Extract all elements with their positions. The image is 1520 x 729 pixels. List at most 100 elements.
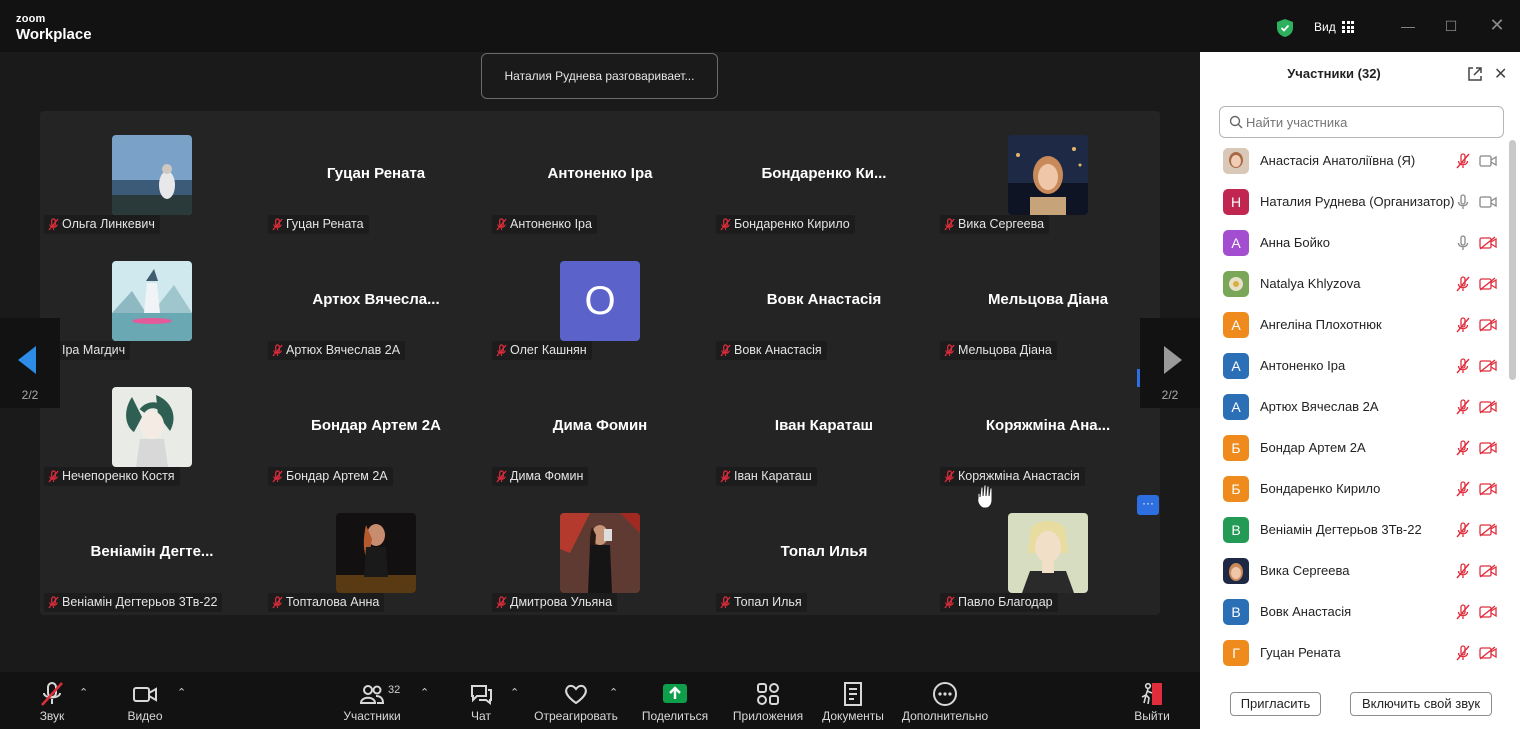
next-page-button[interactable]: 2/2 bbox=[1140, 318, 1200, 408]
participant-row[interactable]: Natalya Khlyzova bbox=[1200, 264, 1510, 305]
video-tile[interactable]: Бондар Артем 2А Бондар Артем 2А bbox=[264, 363, 488, 489]
muted-microphone-icon[interactable] bbox=[1456, 522, 1470, 538]
muted-microphone-icon[interactable] bbox=[1456, 399, 1470, 415]
participant-row[interactable]: Н Наталия Руднева (Организатор) bbox=[1200, 182, 1510, 223]
tile-more-options-button[interactable]: ··· bbox=[1137, 495, 1159, 515]
participant-row[interactable]: А Анна Бойко bbox=[1200, 223, 1510, 264]
chat-options-caret-icon[interactable]: ⌃ bbox=[510, 686, 519, 699]
muted-microphone-icon[interactable] bbox=[1456, 153, 1470, 169]
participant-row[interactable]: А Ангеліна Плохотнюк bbox=[1200, 305, 1510, 346]
tile-display-name: Вовк Анастасія bbox=[766, 291, 882, 308]
video-button[interactable]: Видео bbox=[115, 672, 175, 729]
muted-microphone-icon[interactable] bbox=[1456, 645, 1470, 661]
tile-name-label: Олег Кашнян bbox=[492, 341, 592, 360]
muted-microphone-icon[interactable] bbox=[1456, 563, 1470, 579]
react-button[interactable]: Отреагировать bbox=[532, 672, 620, 729]
camera-off-icon[interactable] bbox=[1479, 605, 1497, 619]
close-window-icon[interactable]: ✕ bbox=[1487, 15, 1507, 36]
participant-row[interactable]: В Веніамін Дегтерьов 3Тв-22 bbox=[1200, 510, 1510, 551]
participant-search-input[interactable] bbox=[1246, 113, 1496, 131]
participant-search-field[interactable] bbox=[1219, 106, 1504, 138]
video-tile[interactable]: Гуцан Рената Гуцан Рената bbox=[264, 111, 488, 237]
leave-label: Выйти bbox=[1134, 709, 1170, 723]
video-tile[interactable]: Павло Благодар bbox=[936, 489, 1160, 615]
more-button[interactable]: Дополнительно bbox=[898, 672, 992, 729]
video-tile[interactable]: Коряжміна Ана... Коряжміна Анастасія bbox=[936, 363, 1160, 489]
camera-off-icon[interactable] bbox=[1479, 441, 1497, 455]
video-tile[interactable]: Іра Магдич bbox=[40, 237, 264, 363]
tile-name-text: Ольга Линкевич bbox=[62, 217, 155, 231]
participant-row[interactable]: Б Бондаренко Кирило bbox=[1200, 469, 1510, 510]
video-tile[interactable]: Нечепоренко Костя bbox=[40, 363, 264, 489]
video-tile[interactable]: Веніамін Дегте... Веніамін Дегтерьов 3Тв… bbox=[40, 489, 264, 615]
participants-scrollbar[interactable] bbox=[1509, 140, 1516, 380]
participant-photo bbox=[336, 513, 416, 593]
unmute-self-button[interactable]: Включить свой звук bbox=[1350, 692, 1492, 716]
leave-door-icon bbox=[1141, 682, 1162, 705]
participant-row[interactable]: А Артюх Вячеслав 2А bbox=[1200, 387, 1510, 428]
muted-microphone-icon[interactable] bbox=[1456, 317, 1470, 333]
camera-icon[interactable] bbox=[1479, 195, 1497, 209]
tile-display-name: Бондар Артем 2А bbox=[311, 417, 441, 434]
react-options-caret-icon[interactable]: ⌃ bbox=[609, 686, 618, 699]
documents-button[interactable]: Документы bbox=[816, 672, 890, 729]
muted-microphone-icon[interactable] bbox=[1456, 358, 1470, 374]
camera-off-icon[interactable] bbox=[1479, 359, 1497, 373]
video-tile[interactable]: Вовк Анастасія Вовк Анастасія bbox=[712, 237, 936, 363]
camera-off-icon[interactable] bbox=[1479, 482, 1497, 496]
camera-off-icon[interactable] bbox=[1479, 277, 1497, 291]
camera-off-icon[interactable] bbox=[1479, 318, 1497, 332]
camera-off-icon[interactable] bbox=[1479, 400, 1497, 414]
participant-row[interactable]: В Вовк Анастасія bbox=[1200, 592, 1510, 633]
muted-microphone-icon[interactable] bbox=[1456, 276, 1470, 292]
camera-off-icon[interactable] bbox=[1479, 236, 1497, 250]
participant-row[interactable]: Анастасія Анатоліївна (Я) bbox=[1200, 142, 1510, 182]
minimize-icon[interactable]: — bbox=[1398, 18, 1418, 34]
participant-row[interactable]: Вика Сергеева bbox=[1200, 551, 1510, 592]
tile-display-name: Топал Илья bbox=[780, 543, 868, 560]
mouse-hand-cursor-icon bbox=[977, 484, 993, 509]
video-tile[interactable]: Топал Илья Топал Илья bbox=[712, 489, 936, 615]
video-tile[interactable]: Дима Фомин Дима Фомин bbox=[488, 363, 712, 489]
video-tile[interactable]: Мельцова Діана Мельцова Діана bbox=[936, 237, 1160, 363]
video-tile[interactable]: Бондаренко Ки... Бондаренко Кирило bbox=[712, 111, 936, 237]
audio-button[interactable]: Звук bbox=[22, 672, 82, 729]
video-tile[interactable]: Ольга Линкевич bbox=[40, 111, 264, 237]
participants-button[interactable]: Участники bbox=[336, 672, 408, 729]
previous-page-button[interactable]: 2/2 bbox=[0, 318, 60, 408]
video-tile[interactable]: Іван Караташ Іван Караташ bbox=[712, 363, 936, 489]
chat-button[interactable]: Чат bbox=[458, 672, 504, 729]
video-tile[interactable]: Топталова Анна bbox=[264, 489, 488, 615]
video-tile[interactable]: Дмитрова Ульяна bbox=[488, 489, 712, 615]
microphone-icon[interactable] bbox=[1456, 235, 1470, 251]
video-options-caret-icon[interactable]: ⌃ bbox=[177, 686, 186, 699]
video-tile[interactable]: Артюх Вячесла... Артюх Вячеслав 2А bbox=[264, 237, 488, 363]
apps-button[interactable]: Приложения bbox=[728, 672, 808, 729]
muted-microphone-icon[interactable] bbox=[1456, 604, 1470, 620]
invite-button[interactable]: Пригласить bbox=[1230, 692, 1321, 716]
leave-meeting-button[interactable]: Выйти bbox=[1126, 672, 1178, 729]
video-tile[interactable]: Антоненко Іра Антоненко Іра bbox=[488, 111, 712, 237]
participant-row[interactable]: Б Бондар Артем 2А bbox=[1200, 428, 1510, 469]
maximize-icon[interactable]: ☐ bbox=[1441, 18, 1461, 35]
view-menu-label[interactable]: Вид bbox=[1314, 20, 1336, 34]
close-panel-icon[interactable]: ✕ bbox=[1494, 64, 1507, 84]
microphone-icon[interactable] bbox=[1456, 194, 1470, 210]
encryption-shield-icon[interactable] bbox=[1277, 19, 1293, 37]
view-grid-icon[interactable] bbox=[1342, 21, 1354, 33]
camera-off-icon[interactable] bbox=[1479, 646, 1497, 660]
participants-options-caret-icon[interactable]: ⌃ bbox=[420, 686, 429, 699]
camera-icon[interactable] bbox=[1479, 154, 1497, 168]
active-speaker-banner: Наталия Руднева разговаривает... bbox=[481, 53, 718, 99]
camera-off-icon[interactable] bbox=[1479, 523, 1497, 537]
audio-options-caret-icon[interactable]: ⌃ bbox=[79, 686, 88, 699]
participant-row[interactable]: А Антоненко Іра bbox=[1200, 346, 1510, 387]
camera-off-icon[interactable] bbox=[1479, 564, 1497, 578]
pop-out-icon[interactable] bbox=[1467, 66, 1483, 82]
video-tile[interactable]: О Олег Кашнян bbox=[488, 237, 712, 363]
share-screen-button[interactable]: Поделиться bbox=[638, 672, 712, 729]
muted-microphone-icon[interactable] bbox=[1456, 481, 1470, 497]
video-tile[interactable]: Вика Сергеева bbox=[936, 111, 1160, 237]
muted-microphone-icon[interactable] bbox=[1456, 440, 1470, 456]
participant-row[interactable]: Г Гуцан Рената bbox=[1200, 633, 1510, 674]
